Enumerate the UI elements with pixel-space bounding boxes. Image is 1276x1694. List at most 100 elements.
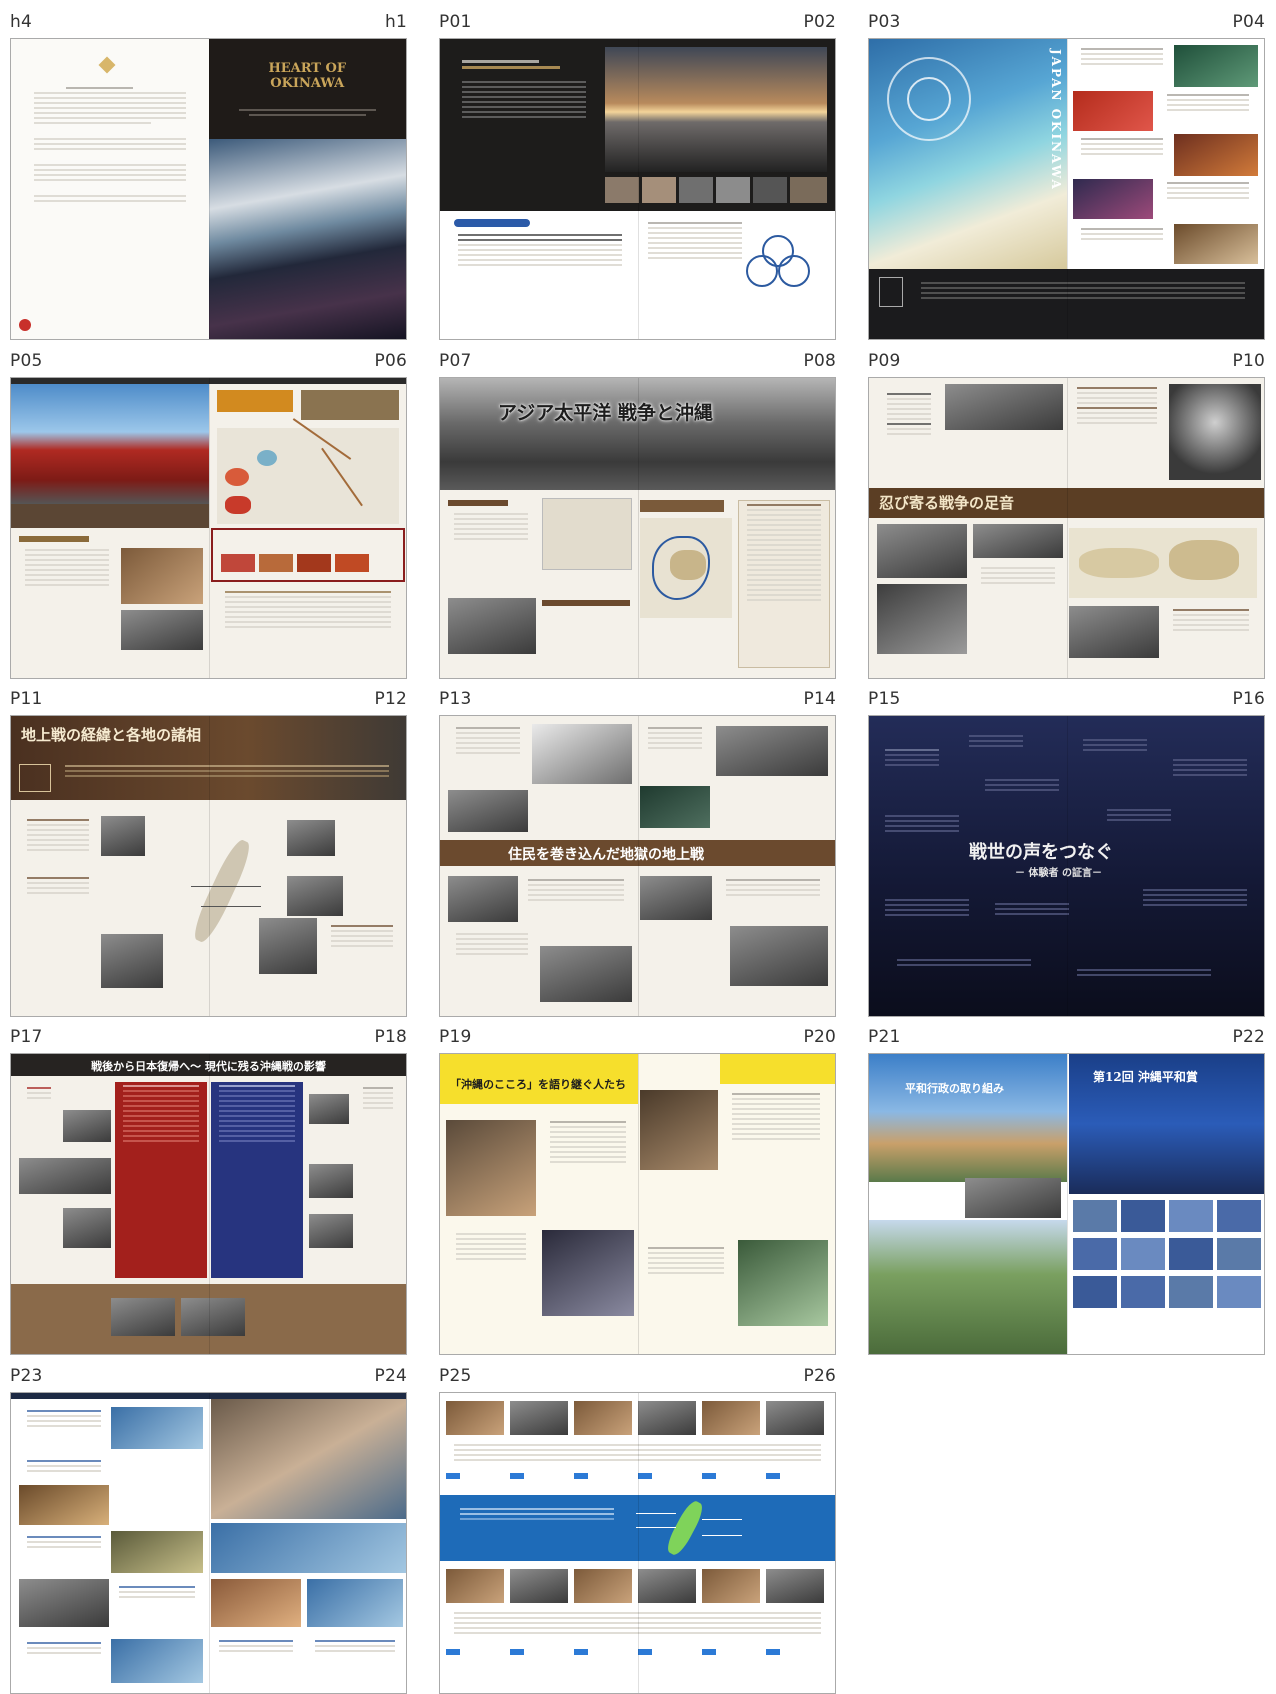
ship-photo (973, 524, 1063, 558)
spread-thumbnail[interactable]: HEART OF OKINAWA (10, 38, 407, 340)
event-photo-5 (211, 1523, 406, 1573)
event-photo-2 (19, 1485, 109, 1525)
spread-headline: 住民を巻き込んだ地獄の地上戦 (508, 847, 704, 863)
page-label-right: P04 (1232, 12, 1265, 32)
spread-subhead: － 体験者 の証言－ (1015, 868, 1102, 879)
page-label-left: P23 (10, 1366, 43, 1386)
page-label-left: P21 (868, 1027, 901, 1047)
festival-photo (1073, 179, 1153, 219)
spread-p25-p26: P25 P26 (439, 1364, 836, 1694)
page-label-left: P11 (10, 689, 43, 709)
page-label-right: P22 (1232, 1027, 1265, 1047)
landscape-photo (101, 934, 163, 988)
spread-p21-p22: P21 P22 平和行政の取り組み 第12回 沖縄平和賞 (868, 1025, 1265, 1355)
base-photo-3 (309, 1214, 353, 1248)
spread-p07-p08: P07 P08 アジア太平洋 戦争と沖縄 (439, 349, 836, 679)
students-photo (716, 726, 828, 776)
dock-photo (877, 524, 967, 578)
logo-icon (98, 56, 116, 74)
thumb-photo-5 (753, 177, 787, 203)
spread-thumbnail[interactable]: 戦世の声をつなぐ － 体験者 の証言－ (868, 715, 1265, 1017)
ruins-photo (877, 584, 967, 654)
postwar-photo-1 (63, 1110, 111, 1142)
museum-photo (19, 1579, 109, 1627)
spread-thumbnail[interactable]: 地上戦の経緯と各地の諸相 (10, 715, 407, 1017)
troops-photo (448, 598, 536, 654)
artifact-photo (121, 610, 203, 650)
page-label-right: P08 (803, 351, 836, 371)
event-photo-4 (111, 1639, 203, 1683)
storyteller-photo-2 (640, 1090, 718, 1170)
page-label-left: P03 (868, 12, 901, 32)
spread-thumbnail[interactable]: 平和行政の取り組み 第12回 沖縄平和賞 (868, 1053, 1265, 1355)
spread-thumbnail[interactable] (10, 377, 407, 679)
fold-line (208, 1054, 210, 1354)
waterfall-photo (1174, 45, 1258, 87)
aerial-photo (1069, 606, 1159, 658)
page-label-right: P18 (374, 1027, 407, 1047)
asia-map (640, 518, 732, 618)
thumb-photo-4 (716, 177, 750, 203)
event-photo-1 (111, 1407, 203, 1449)
spread-p03-p04: P03 P04 JAPAN OKINAWA (868, 10, 1265, 340)
spread-p17-p18: P17 P18 戦後から日本復帰へ～ 現代に残る沖縄戦の影響 (10, 1025, 407, 1355)
fold-line (208, 1393, 210, 1693)
section-tag (19, 536, 89, 542)
spread-headline: 地上戦の経緯と各地の諸相 (21, 726, 202, 744)
fold-line (1066, 378, 1068, 678)
spread-thumbnail[interactable] (439, 38, 836, 340)
orphan-photo (730, 926, 828, 986)
fold-line (1066, 39, 1068, 339)
highlight-box (211, 528, 405, 582)
explosion-photo (1169, 384, 1261, 480)
spread-p11-p12: P11 P12 地上戦の経緯と各地の諸相 (10, 687, 407, 1017)
spread-thumbnail[interactable] (439, 1392, 836, 1694)
spread-thumbnail[interactable]: アジア太平洋 戦争と沖縄 (439, 377, 836, 679)
page-label-right: P20 (803, 1027, 836, 1047)
thumb-photo-1 (605, 177, 639, 203)
soldiers-photo (945, 384, 1063, 430)
garden-photo (869, 1220, 1067, 1354)
page-label-right: P12 (374, 689, 407, 709)
battle-photo-1 (287, 820, 335, 856)
spread-thumbnail[interactable]: 戦後から日本復帰へ～ 現代に残る沖縄戦の影響 (10, 1053, 407, 1355)
yellow-banner-right (720, 1054, 835, 1084)
fold-line (1066, 716, 1068, 1016)
spread-thumbnail[interactable] (10, 1392, 407, 1694)
event-photo-3 (111, 1531, 203, 1573)
postwar-photo-3 (63, 1208, 111, 1248)
spread-thumbnail[interactable]: 忍び寄る戦争の足音 (868, 377, 1265, 679)
section-tag-2 (542, 600, 630, 606)
page-label-right: P10 (1232, 351, 1265, 371)
illustrated-map (1069, 528, 1257, 598)
footer-photo-2 (181, 1298, 245, 1336)
cover-artwork (208, 139, 406, 339)
forest-photo (1174, 224, 1258, 264)
fold-line (637, 1393, 639, 1693)
spread-thumbnail[interactable]: 住民を巻き込んだ地獄の地上戦 (439, 715, 836, 1017)
fold-line (637, 716, 639, 1016)
fold-line (208, 39, 210, 339)
page-label-left: P01 (439, 12, 472, 32)
fold-line (1066, 1054, 1068, 1354)
spread-thumbnail[interactable]: 「沖縄のこころ」を語り継ぐ人たち (439, 1053, 836, 1355)
page-label-right: P26 (803, 1366, 836, 1386)
page-label-left: P17 (10, 1027, 43, 1047)
section-tag (448, 500, 508, 506)
page-label-left: P19 (439, 1027, 472, 1047)
spread-thumbnail[interactable]: JAPAN OKINAWA (868, 38, 1265, 340)
newspaper-clip (542, 498, 632, 570)
page-h4 (11, 39, 209, 339)
refugees-photo (448, 876, 518, 922)
spread-p09-p10: P09 P10 忍び寄る戦争の足音 (868, 349, 1265, 679)
fold-line (637, 378, 639, 678)
footer-photo-1 (111, 1298, 175, 1336)
page-label-left: P15 (868, 689, 901, 709)
map-caption (640, 500, 724, 512)
youth-forum-photo (211, 1399, 406, 1519)
base-photo-2 (309, 1164, 353, 1198)
page-label-right: P06 (374, 351, 407, 371)
page-label-right: P14 (803, 689, 836, 709)
thumb-photo-2 (642, 177, 676, 203)
venn-circle-left-icon (746, 255, 778, 287)
